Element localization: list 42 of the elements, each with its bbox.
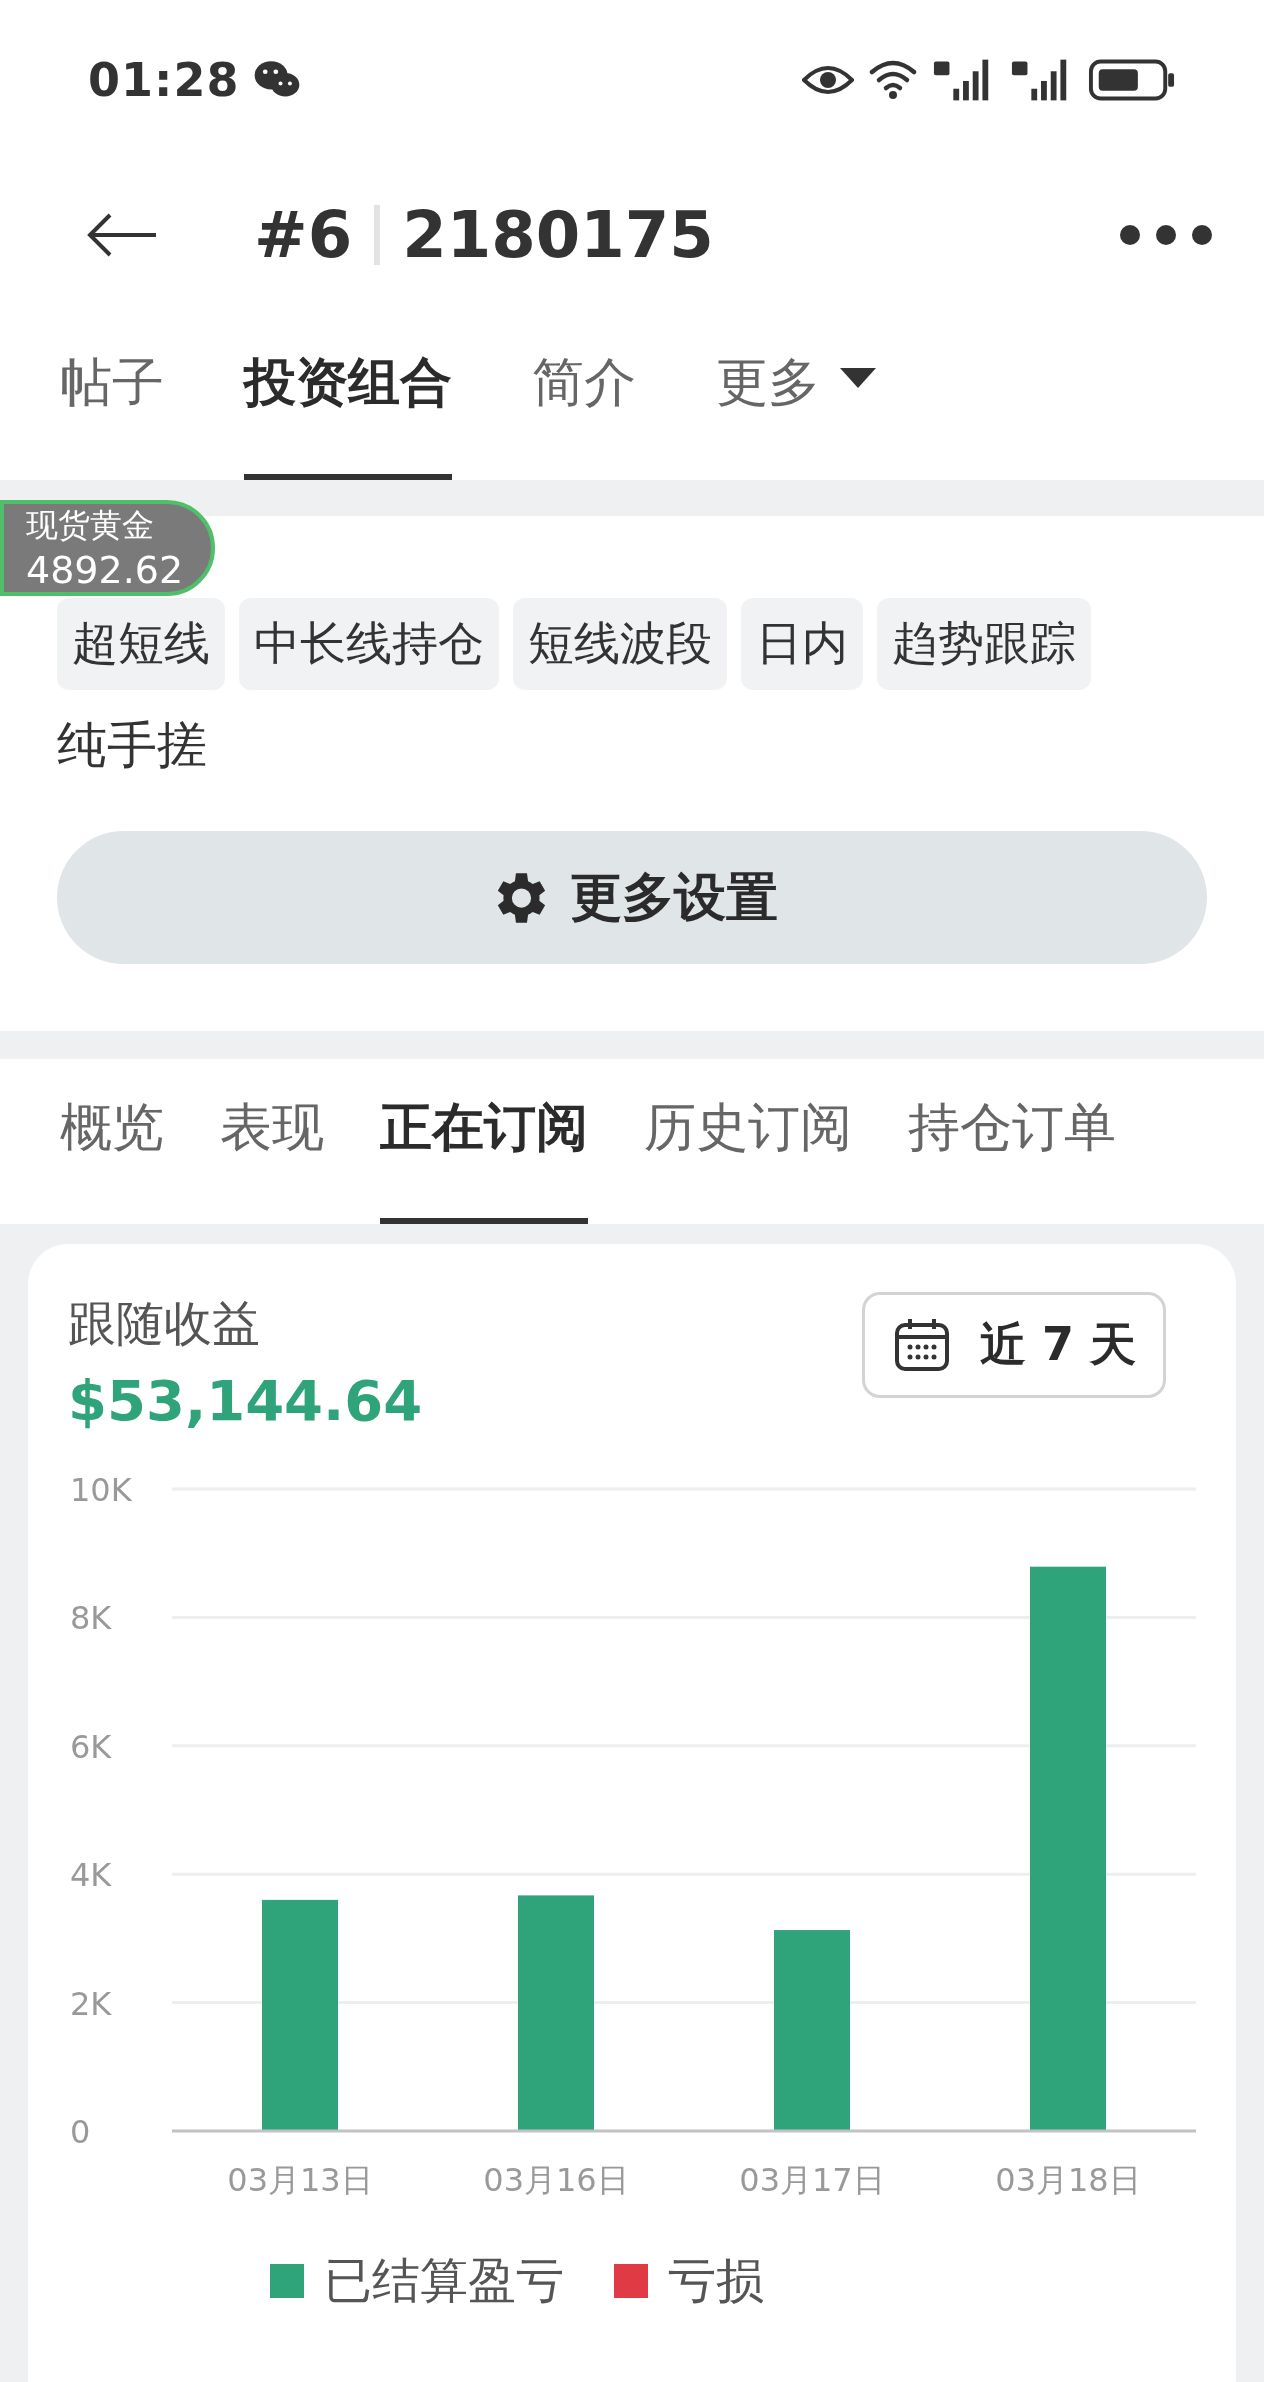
y-axis-label: 4K (70, 1856, 112, 1895)
price-widget[interactable]: 现货黄金 4892.62 (0, 500, 215, 596)
section-tab[interactable]: 概览 (60, 1059, 164, 1224)
price-widget-value: 4892.62 (26, 548, 185, 592)
y-axis-label: 2K (70, 1984, 112, 2023)
profile-tab[interactable]: 更多 (716, 310, 876, 480)
section-tab[interactable]: 历史订阅 (644, 1059, 852, 1224)
y-axis-label: 8K (70, 1599, 112, 1638)
section-tab[interactable]: 表现 (220, 1059, 324, 1224)
strategy-tag: 超短线 (57, 598, 225, 690)
x-axis-label: 03月17日 (739, 2161, 885, 2199)
y-axis-label: 0 (70, 2113, 91, 2151)
period-button[interactable]: 近 7 天 (862, 1292, 1166, 1398)
profile-tab[interactable]: 简介 (532, 310, 636, 480)
strategy-tag: 短线波段 (513, 598, 727, 690)
legend-label: 已结算盈亏 (324, 2251, 564, 2310)
legend-label: 亏损 (668, 2251, 764, 2310)
x-axis-label: 03月13日 (227, 2161, 373, 2199)
x-axis-label: 03月18日 (995, 2161, 1141, 2199)
price-widget-name: 现货黄金 (26, 505, 155, 546)
profile-tab[interactable]: 投资组合 (244, 310, 452, 480)
strategy-tag: 趋势跟踪 (877, 598, 1091, 690)
profile-tab[interactable]: 帖子 (60, 310, 164, 480)
more-settings-button[interactable]: 更多设置 (57, 831, 1207, 964)
rank-label: #6 (254, 198, 353, 272)
battery-icon (1088, 58, 1176, 102)
wifi-icon (868, 60, 918, 100)
back-arrow-icon[interactable] (86, 212, 158, 258)
x-axis-label: 03月16日 (483, 2161, 629, 2199)
earnings-title: 跟随收益 (68, 1294, 261, 1353)
eye-icon (802, 64, 854, 96)
status-time: 01:28 (88, 53, 240, 107)
strategy-note: 纯手搓 (57, 715, 208, 776)
section-tab[interactable]: 正在订阅 (380, 1059, 588, 1224)
strategy-tag: 日内 (741, 598, 863, 690)
y-axis-label: 10K (70, 1471, 132, 1509)
more-options-icon[interactable] (1118, 223, 1214, 247)
strategy-tag: 中长线持仓 (239, 598, 499, 690)
earnings-amount: $53,144.64 (68, 1368, 423, 1433)
section-tab[interactable]: 持仓订单 (908, 1059, 1116, 1224)
account-number: 2180175 (402, 198, 714, 272)
y-axis-label: 6K (70, 1727, 112, 1766)
